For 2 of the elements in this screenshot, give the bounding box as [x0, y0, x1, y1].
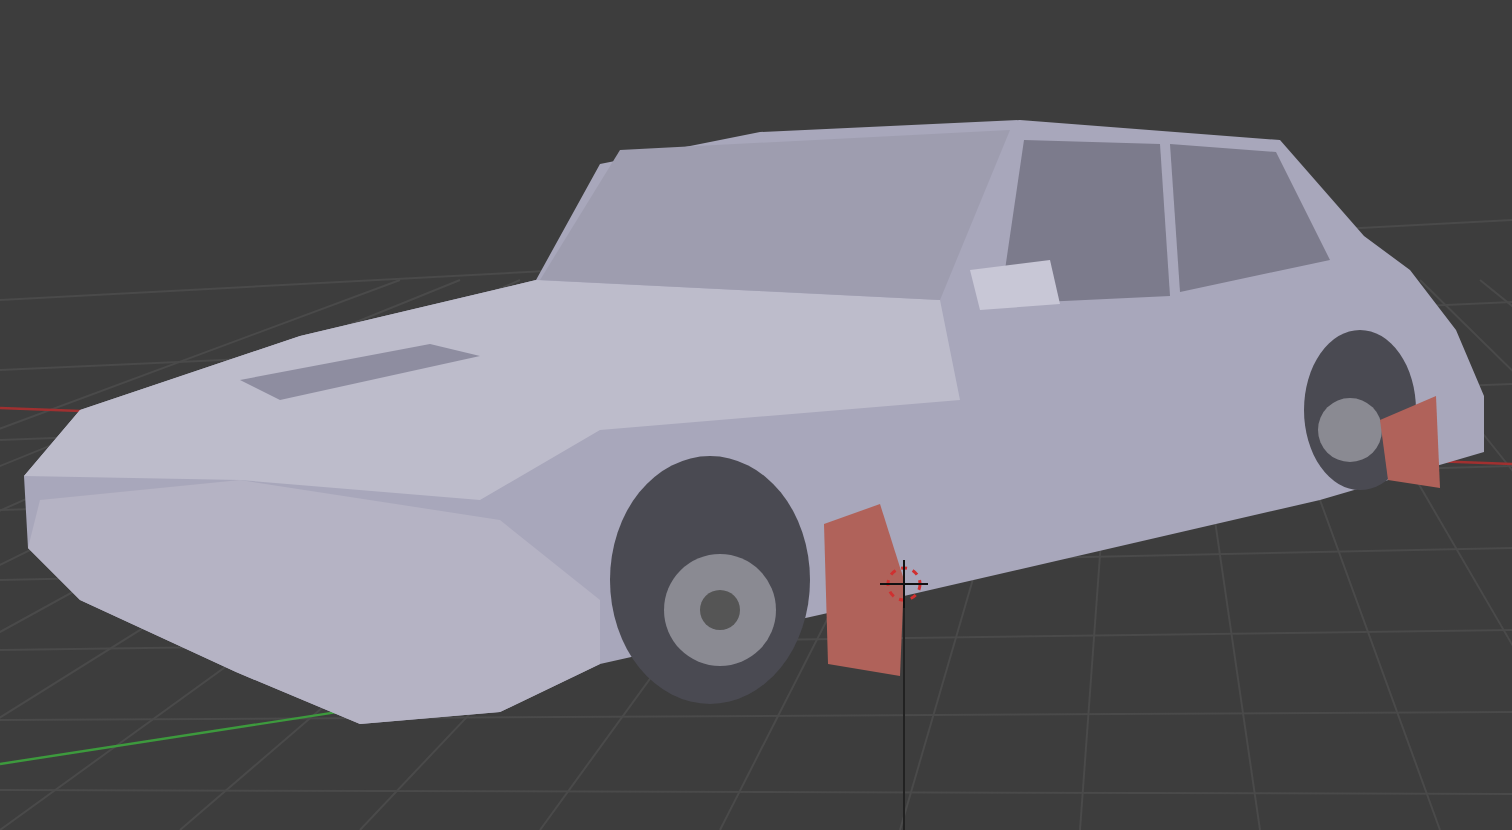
crosshair-cursor-icon[interactable]	[879, 559, 929, 830]
car-model-drawing[interactable]	[24, 120, 1484, 724]
